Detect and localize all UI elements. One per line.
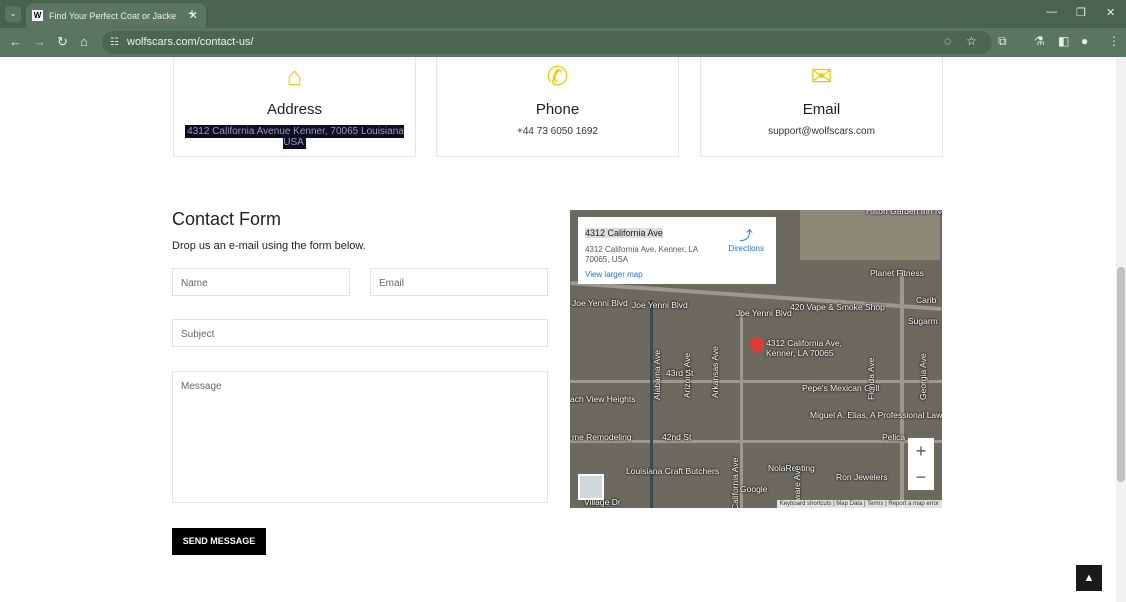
forward-button[interactable]: → [33,34,46,49]
map-label: Miguel A. Elias, A Professional Law... [810,410,942,420]
form-subtitle: Drop us an e-mail using the form below. [172,240,366,252]
card-title: Phone [535,101,580,118]
back-button[interactable]: ← [9,34,22,49]
send-message-button[interactable]: SEND MESSAGE [172,528,266,555]
restore-button[interactable]: ❐ [1076,6,1086,19]
close-window-button[interactable]: ✕ [1106,6,1115,19]
browser-tab[interactable]: W Find Your Perfect Coat or Jacke ✕ [26,3,206,28]
address-text: 4312 California Avenue Kenner, 70065 Lou… [185,125,404,149]
name-input[interactable]: Name [172,268,350,296]
home-icon: ⌂ [286,61,303,91]
map-label: Alabama Ave [652,350,662,400]
map-label: Georgia Ave [918,353,928,400]
map-label: Sugarm [908,316,938,326]
tab-title: Find Your Perfect Coat or Jacke [49,10,177,21]
address-card: ⌂ Address 4312 California Avenue Kenner,… [173,57,416,157]
map-label: ach View Heights [570,394,636,404]
star-icon[interactable]: ☆ [966,34,977,48]
pin-label: 4312 California Ave, Kenner, LA 70065 [766,338,842,358]
email-card: ✉ Email support@wolfscars.com [700,57,943,157]
map-label: Ron Jewelers [836,472,888,482]
directions-label: Directions [728,244,764,253]
map-pin-icon[interactable] [747,334,767,354]
map-label: Joe Yenni Blvd [572,298,628,308]
extensions-icon[interactable]: ⧉ [998,34,1007,49]
favicon: W [32,10,43,21]
email-text[interactable]: support@wolfscars.com [701,126,942,137]
phone-card: ✆ Phone +44 73 6050 1692 [436,57,679,157]
labs-icon[interactable]: ⚗ [1034,34,1045,48]
map-label: Google [740,484,768,494]
map-label: Carib [916,295,937,305]
map-type-toggle[interactable] [578,474,604,500]
scroll-to-top-button[interactable]: ▲ [1076,565,1102,591]
menu-icon[interactable]: ⋮ [1108,34,1120,48]
map-label: 43rd St [666,368,694,378]
map-label: Arkansas Ave [710,346,720,398]
map-label: Florida Ave [866,357,876,400]
map-label: Joe Yenni Blvd [632,300,688,310]
envelope-icon: ✉ [810,61,833,91]
directions-button[interactable]: ⤴ Directions [728,225,764,253]
phone-text: +44 73 6050 1692 [517,126,598,137]
map-label: California Ave [730,457,740,508]
place-address: 4312 California Ave, Kenner, LA 70065, U… [585,245,698,264]
map-info-window: 4312 California Ave 4312 California Ave,… [578,217,776,284]
address-bar[interactable]: ☷ wolfscars.com/contact-us/ [102,31,992,54]
tab-bar: ⌄ W Find Your Perfect Coat or Jacke ✕ + — … [0,0,1126,28]
profile-avatar[interactable]: ● [1081,34,1088,48]
zoom-controls: + − [908,438,934,490]
map-label: me Remodeling [572,432,632,442]
message-textarea[interactable]: Message [172,371,548,503]
map-label: 42nd St [662,432,692,442]
subject-input[interactable]: Subject [172,319,548,347]
home-button[interactable]: ⌂ [80,34,88,49]
form-title: Contact Form [172,209,282,229]
place-name: 4312 California Ave [585,228,663,238]
minimize-button[interactable]: — [1046,6,1057,18]
card-title: Email [802,101,841,118]
url-text: wolfscars.com/contact-us/ [127,36,254,48]
view-larger-map-link[interactable]: View larger map [585,270,769,279]
map-label: Louisiana Craft Butchers [626,466,720,476]
site-info-icon[interactable]: ☷ [110,31,119,54]
reload-button[interactable]: ↻ [57,34,68,50]
map-label: Planet Fitness [870,268,924,278]
map-label: Pelica [882,432,906,442]
card-title: Address [266,101,323,118]
scrollbar-thumb[interactable] [1117,267,1125,482]
google-map[interactable]: Hilton Garden Inn New Orleans Airp Planet… [570,210,942,508]
page-content: ⌂ Address 4312 California Avenue Kenner,… [0,57,1116,602]
zoom-in-button[interactable]: + [908,438,934,464]
zoom-out-button[interactable]: − [908,464,934,490]
map-label: 420 Vape & Smoke Shop [790,302,885,312]
directions-icon: ⤴ [739,228,753,243]
scrollbar[interactable] [1116,57,1126,602]
new-tab-button[interactable]: + [188,5,196,21]
browser-toolbar: ← → ↻ ⌂ ☷ wolfscars.com/contact-us/ ◌ ☆ ⧉… [0,28,1126,57]
tab-search-button[interactable]: ⌄ [5,6,21,22]
phone-icon: ✆ [546,61,569,91]
map-label: Joe Yenni Blvd [736,308,792,318]
email-input[interactable]: Email [370,268,548,296]
eye-off-icon[interactable]: ◌ [944,34,951,48]
map-label: Hilton Garden Inn New Orleans Airp [866,210,942,216]
map-attribution[interactable]: Keyboard shortcuts | Map Data | Terms | … [776,500,942,508]
side-panel-icon[interactable]: ◧ [1058,34,1069,48]
